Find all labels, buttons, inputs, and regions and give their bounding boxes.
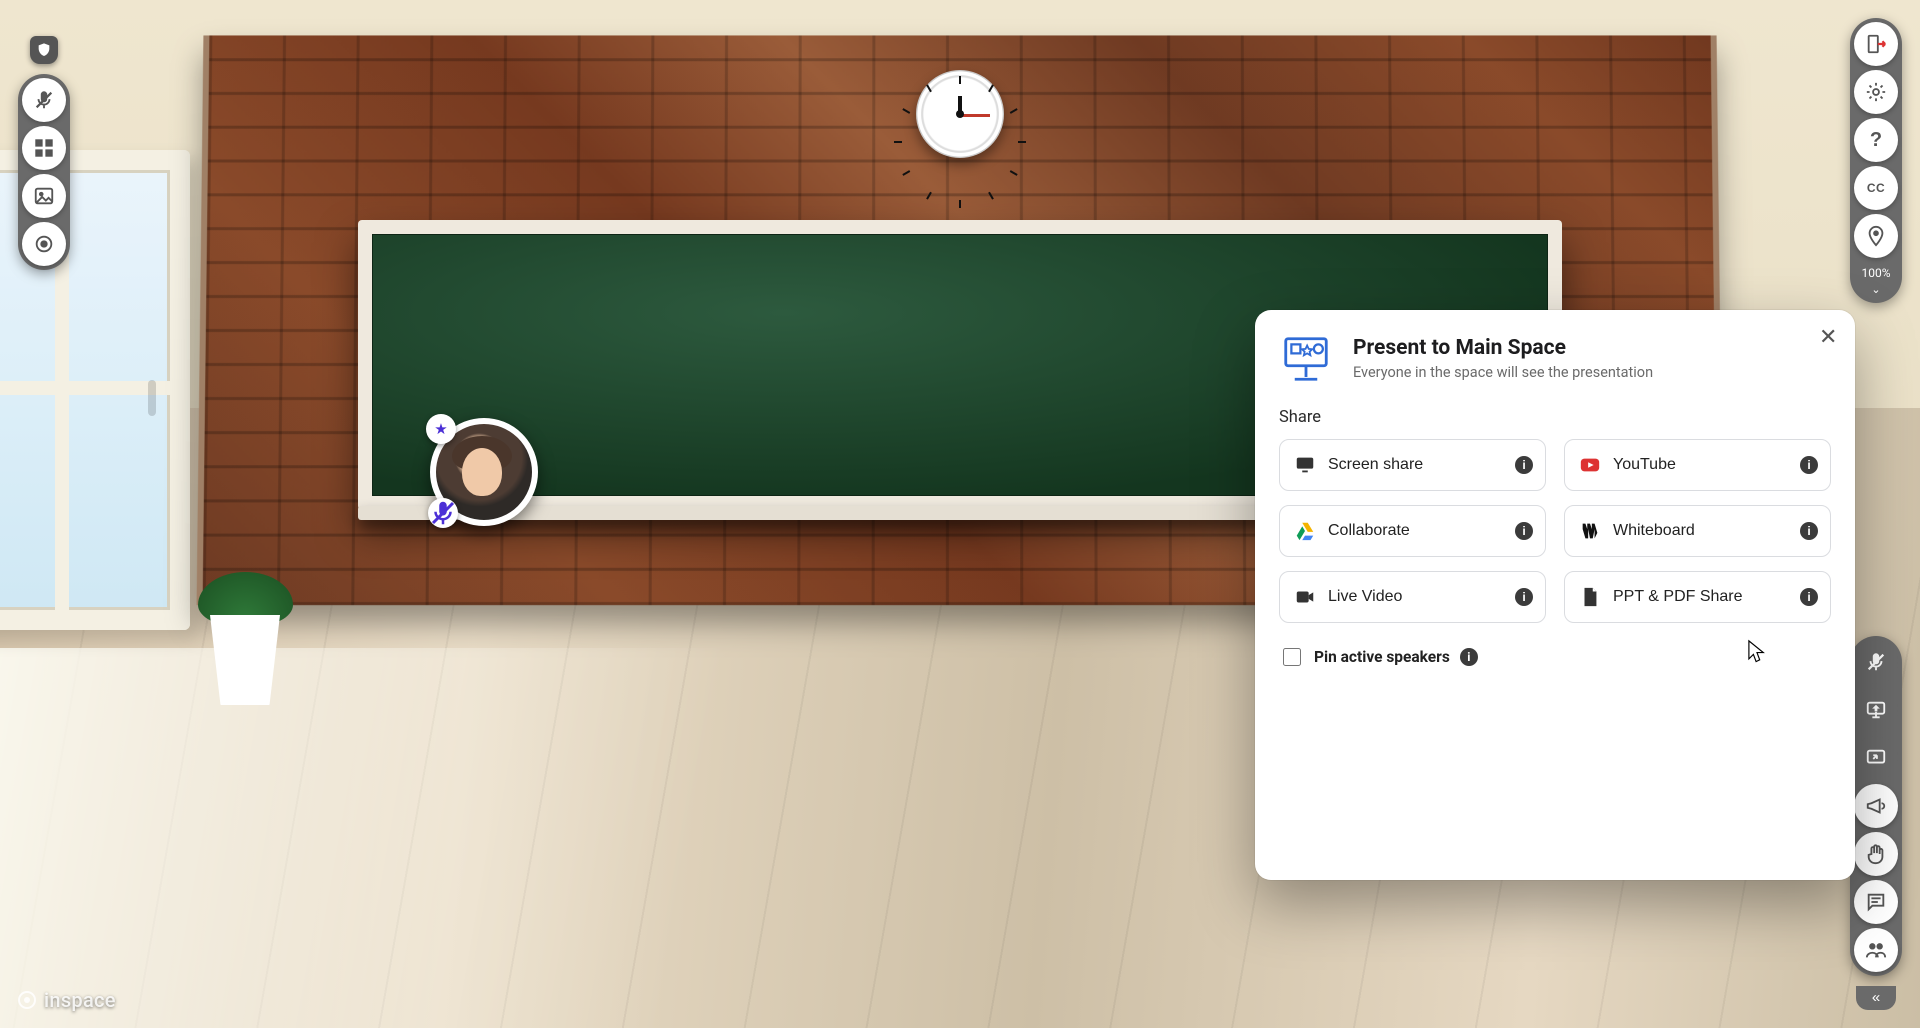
megaphone-icon bbox=[1865, 795, 1887, 817]
image-icon bbox=[33, 185, 55, 207]
dialog-header: Present to Main Space Everyone in the sp… bbox=[1279, 332, 1831, 386]
people-icon bbox=[1865, 939, 1887, 961]
option-label: Whiteboard bbox=[1613, 522, 1695, 540]
planter bbox=[190, 555, 300, 705]
mute-all-button[interactable] bbox=[1854, 640, 1898, 684]
cc-icon: CC bbox=[1867, 181, 1885, 195]
info-icon[interactable]: i bbox=[1800, 456, 1818, 474]
star-icon: ★ bbox=[434, 420, 447, 438]
video-icon bbox=[1294, 586, 1316, 608]
background-button[interactable] bbox=[22, 174, 66, 218]
avatar-mic-muted-badge bbox=[428, 498, 458, 528]
zoom-chevron-down[interactable]: ⌄ bbox=[1871, 284, 1880, 299]
leave-button[interactable] bbox=[1854, 22, 1898, 66]
info-icon[interactable]: i bbox=[1800, 522, 1818, 540]
participants-button[interactable] bbox=[1854, 928, 1898, 972]
info-icon[interactable]: i bbox=[1515, 588, 1533, 606]
info-icon[interactable]: i bbox=[1800, 588, 1818, 606]
dialog-heading-block: Present to Main Space Everyone in the sp… bbox=[1353, 332, 1653, 381]
miro-icon bbox=[1579, 520, 1601, 542]
zoom-readout: 100% bbox=[1861, 262, 1890, 280]
location-icon bbox=[1865, 225, 1887, 247]
app-branding: inspace bbox=[18, 988, 116, 1012]
record-button[interactable] bbox=[22, 222, 66, 266]
captions-button[interactable]: CC bbox=[1854, 166, 1898, 210]
whiteboard-option[interactable]: Whiteboard i bbox=[1564, 505, 1831, 557]
present-dialog: ✕ Present to Main Space Everyone in the … bbox=[1255, 310, 1855, 880]
option-label: Live Video bbox=[1328, 588, 1402, 606]
option-label: Screen share bbox=[1328, 456, 1423, 474]
monitor-icon bbox=[1294, 454, 1316, 476]
brand-text: inspace bbox=[44, 988, 116, 1012]
left-edge-handle[interactable] bbox=[148, 380, 156, 416]
right-top-toolbar-group: ? CC 100% ⌄ bbox=[1850, 18, 1902, 303]
pin-active-speakers-row[interactable]: Pin active speakers i bbox=[1279, 645, 1831, 669]
mic-slash-icon bbox=[428, 498, 458, 528]
screen-share-option[interactable]: Screen share i bbox=[1279, 439, 1546, 491]
dialog-title: Present to Main Space bbox=[1353, 336, 1653, 360]
option-label: Collaborate bbox=[1328, 522, 1410, 540]
hand-icon bbox=[1865, 843, 1887, 865]
info-icon[interactable]: i bbox=[1515, 456, 1533, 474]
brand-logo-icon bbox=[18, 991, 36, 1009]
right-bottom-toolbar: « bbox=[1850, 636, 1902, 1010]
chat-button[interactable] bbox=[1854, 880, 1898, 924]
info-icon[interactable]: i bbox=[1515, 522, 1533, 540]
live-video-option[interactable]: Live Video i bbox=[1279, 571, 1546, 623]
option-label: YouTube bbox=[1613, 456, 1676, 474]
dialog-close-button[interactable]: ✕ bbox=[1813, 324, 1839, 350]
grid-view-button[interactable] bbox=[22, 126, 66, 170]
raise-hand-button[interactable] bbox=[1854, 832, 1898, 876]
screen-share-icon bbox=[1865, 699, 1887, 721]
pin-active-speakers-label: Pin active speakers bbox=[1314, 648, 1450, 666]
left-toolbar-group bbox=[18, 74, 70, 270]
help-button[interactable]: ? bbox=[1854, 118, 1898, 162]
board-arrow-icon bbox=[1865, 747, 1887, 769]
exit-icon bbox=[1865, 33, 1887, 55]
announce-button[interactable] bbox=[1854, 784, 1898, 828]
youtube-option[interactable]: YouTube i bbox=[1564, 439, 1831, 491]
info-icon[interactable]: i bbox=[1460, 648, 1478, 666]
pin-active-speakers-checkbox[interactable] bbox=[1283, 648, 1301, 666]
drive-icon bbox=[1294, 520, 1316, 542]
record-icon bbox=[33, 233, 55, 255]
wall-clock-icon bbox=[916, 70, 1004, 158]
help-icon: ? bbox=[1870, 129, 1882, 152]
location-button[interactable] bbox=[1854, 214, 1898, 258]
host-star-badge: ★ bbox=[426, 414, 456, 444]
mic-slash-icon bbox=[33, 89, 55, 111]
right-top-toolbar: ? CC 100% ⌄ bbox=[1850, 18, 1902, 303]
close-icon: ✕ bbox=[1819, 324, 1837, 349]
collaborate-option[interactable]: Collaborate i bbox=[1279, 505, 1546, 557]
option-label: PPT & PDF Share bbox=[1613, 588, 1743, 606]
mic-slash-icon bbox=[1865, 651, 1887, 673]
present-button[interactable] bbox=[1854, 688, 1898, 732]
dialog-subtitle: Everyone in the space will see the prese… bbox=[1353, 364, 1653, 381]
participant-avatar[interactable]: ★ bbox=[430, 418, 538, 526]
share-to-board-button[interactable] bbox=[1854, 736, 1898, 780]
grid-icon bbox=[33, 137, 55, 159]
shield-icon bbox=[36, 42, 52, 58]
youtube-icon bbox=[1579, 454, 1601, 476]
settings-button[interactable] bbox=[1854, 70, 1898, 114]
present-header-icon bbox=[1279, 332, 1333, 386]
share-section-label: Share bbox=[1279, 408, 1831, 427]
left-toolbar bbox=[18, 36, 70, 270]
ppt-pdf-option[interactable]: PPT & PDF Share i bbox=[1564, 571, 1831, 623]
avatar-face bbox=[462, 448, 502, 496]
file-icon bbox=[1579, 586, 1601, 608]
chat-icon bbox=[1865, 891, 1887, 913]
share-options-grid: Screen share i YouTube i Collaborate i W… bbox=[1279, 439, 1831, 623]
moderator-shield-button[interactable] bbox=[30, 36, 58, 64]
mic-muted-button[interactable] bbox=[22, 78, 66, 122]
collapse-right-bottom-toolbar-button[interactable]: « bbox=[1856, 986, 1896, 1010]
chevrons-left-icon: « bbox=[1872, 989, 1880, 1006]
right-bottom-toolbar-group bbox=[1850, 636, 1902, 976]
gear-icon bbox=[1865, 81, 1887, 103]
